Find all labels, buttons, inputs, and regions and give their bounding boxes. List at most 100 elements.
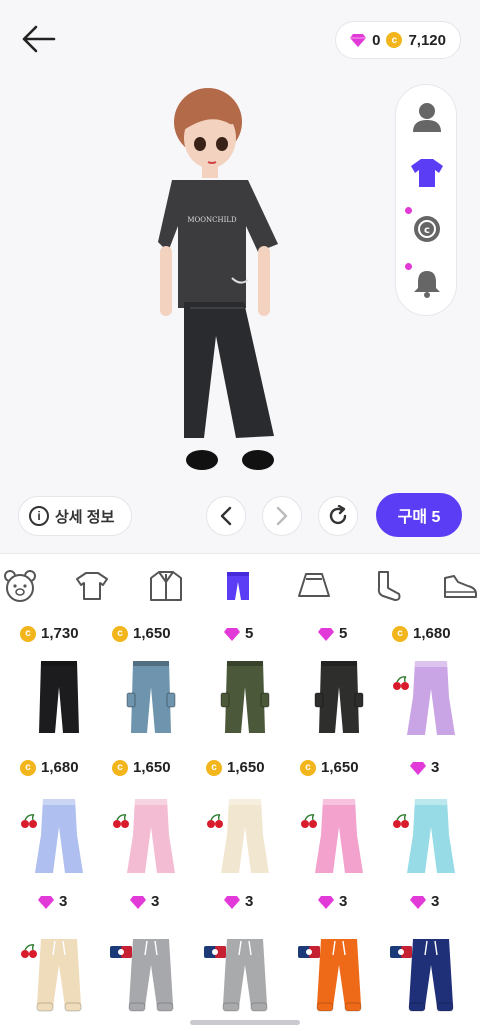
price-value: 3: [245, 893, 254, 910]
item-card[interactable]: [24, 653, 94, 743]
cherry-badge-icon: [300, 813, 318, 829]
refresh-icon: [329, 505, 347, 525]
item-price: c 1,680: [392, 625, 451, 642]
coin-icon: c: [112, 625, 128, 642]
price-value: 1,730: [41, 625, 79, 642]
shirt-icon: [411, 159, 443, 187]
reset-button[interactable]: [318, 496, 358, 536]
price-value: 3: [431, 759, 440, 776]
currency-balance[interactable]: 0 c 7,120: [335, 21, 461, 59]
skirt-icon: [298, 573, 330, 597]
mlb-badge-icon: [390, 945, 412, 958]
face-button[interactable]: [409, 99, 445, 135]
undo-button[interactable]: [206, 496, 246, 536]
coin-icon: c: [206, 759, 222, 776]
item-price: 5: [318, 625, 347, 642]
jacket-icon: [150, 571, 182, 601]
cherry-badge-icon: [392, 813, 410, 829]
chevron-left-icon: [220, 506, 232, 526]
item-card[interactable]: [24, 791, 94, 881]
price-value: 1,650: [227, 759, 265, 776]
item-card[interactable]: [116, 791, 186, 881]
gem-icon: [350, 34, 367, 47]
coin-icon: c: [300, 759, 316, 776]
pants-icon: [227, 572, 249, 600]
bell-button[interactable]: [409, 265, 445, 301]
gem-icon: [318, 627, 334, 641]
item-card[interactable]: [304, 791, 374, 881]
price-value: 1,650: [133, 625, 171, 642]
coin-icon: c: [20, 625, 36, 642]
back-button[interactable]: [20, 24, 60, 56]
coin-icon: c: [112, 759, 128, 776]
buy-button[interactable]: 구매 5: [376, 493, 462, 537]
bell-icon: [414, 271, 440, 298]
sticker-icon: c: [414, 216, 440, 242]
price-value: 1,650: [133, 759, 171, 776]
category-tabs: [0, 553, 480, 615]
item-card[interactable]: [396, 791, 466, 881]
bear-face-icon: [4, 570, 36, 602]
svg-text:c: c: [424, 225, 430, 236]
shirt-print: MOONCHILD: [187, 216, 237, 224]
price-value: 3: [151, 893, 160, 910]
detail-label: 상세 정보: [55, 508, 115, 526]
price-value: 3: [59, 893, 68, 910]
detail-info-button[interactable]: i 상세 정보: [18, 496, 132, 536]
item-price: 3: [318, 893, 347, 910]
sock-icon: [377, 571, 401, 601]
sneaker-icon: [444, 575, 477, 598]
item-price: c 1,650: [206, 759, 265, 776]
price-value: 5: [339, 625, 348, 642]
buy-label: 구매 5: [397, 509, 441, 526]
tab-face[interactable]: [2, 568, 38, 604]
coin-icon: c: [20, 759, 36, 776]
item-price: c 1,680: [20, 759, 79, 776]
coin-icon: c: [386, 32, 403, 48]
item-price: c 1,650: [300, 759, 359, 776]
item-price: c 1,650: [112, 625, 171, 642]
price-value: 1,680: [41, 759, 79, 776]
gem-count: 0: [372, 31, 381, 49]
tab-bottoms[interactable]: [220, 568, 256, 604]
price-value: 3: [339, 893, 348, 910]
cherry-badge-icon: [112, 813, 130, 829]
mlb-badge-icon: [298, 945, 320, 958]
tab-socks[interactable]: [370, 568, 406, 604]
home-indicator: [190, 1020, 300, 1025]
cherry-badge-icon: [20, 813, 38, 829]
avatar-figure[interactable]: MOONCHILD: [140, 86, 300, 478]
item-price: 3: [38, 893, 67, 910]
item-card[interactable]: [396, 653, 466, 743]
item-price: 3: [130, 893, 159, 910]
item-card[interactable]: [304, 653, 374, 743]
item-card[interactable]: [210, 653, 280, 743]
outfit-button[interactable]: [409, 155, 445, 191]
face-icon: [413, 103, 441, 132]
gem-icon: [224, 895, 240, 909]
tab-tops[interactable]: [74, 568, 110, 604]
avatar-stage: 0 c 7,120 MOONCHILD c i 상세 정보 구매 5: [0, 0, 480, 553]
tshirt-icon: [76, 572, 108, 600]
item-price: c 1,730: [20, 625, 79, 642]
side-panel: c: [395, 84, 457, 316]
tab-outer[interactable]: [148, 568, 184, 604]
coin-icon: c: [392, 625, 408, 642]
item-card[interactable]: [210, 791, 280, 881]
gem-icon: [130, 895, 146, 909]
cherry-badge-icon: [20, 943, 38, 959]
price-value: 5: [245, 625, 254, 642]
sticker-button[interactable]: c: [409, 211, 445, 247]
tab-skirts[interactable]: [296, 568, 332, 604]
item-card[interactable]: [116, 653, 186, 743]
cherry-badge-icon: [206, 813, 224, 829]
cherry-badge-icon: [392, 675, 410, 691]
arrow-left-icon: [22, 25, 56, 53]
redo-button[interactable]: [262, 496, 302, 536]
price-value: 1,680: [413, 625, 451, 642]
tab-shoes[interactable]: [442, 568, 478, 604]
gem-icon: [410, 761, 426, 775]
price-value: 3: [431, 893, 440, 910]
mlb-badge-icon: [204, 945, 226, 958]
info-icon: i: [29, 506, 49, 526]
